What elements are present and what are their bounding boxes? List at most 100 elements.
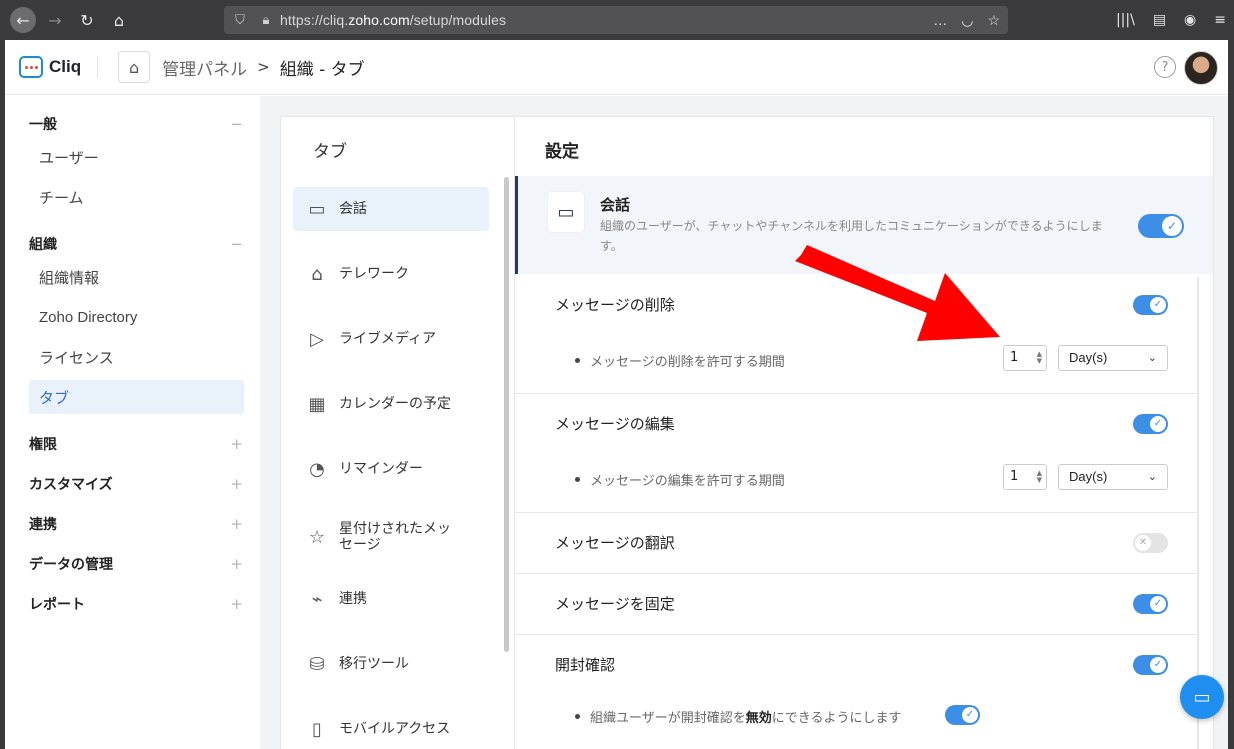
pin-message-toggle[interactable] xyxy=(1133,594,1168,614)
sidebar-section-data-management[interactable]: データの管理 + xyxy=(29,554,249,574)
read-receipt-sub-label: 組織ユーザーが開封確認を 無効 にできるようにします xyxy=(575,707,902,726)
breadcrumb-parent[interactable]: 管理パネル xyxy=(162,55,247,80)
video-icon: ▷ xyxy=(310,328,324,350)
sidebar-section-permissions[interactable]: 権限 + xyxy=(29,434,249,454)
reload-icon[interactable]: ↻ xyxy=(74,7,100,33)
stepper-icon[interactable]: ▲ ▼ xyxy=(1037,351,1042,365)
tabs-panel-title: タブ xyxy=(313,142,347,162)
browser-toolbar: ← → ↻ ⌂ ⛉ 🔒︎ https://cliq.zoho.com/setup… xyxy=(0,0,1234,40)
home-button[interactable]: ⌂ xyxy=(118,51,151,83)
sidebar: 一般 − ユーザー チーム 組織 − 組織情報 Zoho Directory ライセ… xyxy=(5,96,260,749)
sidebar-item-zoho-directory[interactable]: Zoho Directory xyxy=(29,300,244,334)
sidebar-toggle-icon[interactable]: ▤ xyxy=(1153,12,1166,28)
sidebar-item-org-info[interactable]: 組織情報 xyxy=(29,260,244,294)
expand-icon[interactable]: + xyxy=(230,475,243,493)
app-window: Cliq ⌂ 管理パネル > 組織 - タブ ? 一般 − ユーザー チーム 組織… xyxy=(5,40,1228,749)
feature-toggle[interactable] xyxy=(1138,214,1184,238)
delete-period-label: メッセージの削除を許可する期間 xyxy=(575,351,785,370)
chat-bubble-icon: ▭ xyxy=(1193,686,1211,708)
breadcrumb-current: 組織 - タブ xyxy=(279,59,365,80)
app-header: Cliq ⌂ 管理パネル > 組織 - タブ ? xyxy=(5,40,1228,95)
more-actions-icon[interactable]: … xyxy=(933,12,947,28)
tab-telework[interactable]: ⌂ テレワーク xyxy=(293,252,489,296)
menu-icon[interactable]: ≡ xyxy=(1214,12,1226,28)
sidebar-section-org[interactable]: 組織 − xyxy=(29,234,249,254)
divider xyxy=(515,393,1199,394)
divider xyxy=(515,573,1199,574)
lock-icon: 🔒︎ xyxy=(262,12,270,27)
expand-icon[interactable]: + xyxy=(230,515,243,533)
edit-period-label: メッセージの編集を許可する期間 xyxy=(575,470,785,489)
expand-icon[interactable]: + xyxy=(230,435,243,453)
chevron-down-icon: ⌄ xyxy=(1147,352,1157,364)
tab-live-media[interactable]: ▷ ライブメディア xyxy=(293,317,489,361)
sidebar-item-users[interactable]: ユーザー xyxy=(29,140,244,174)
tab-mobile-access[interactable]: ▯ モバイルアクセス xyxy=(293,707,489,749)
tab-starred-messages[interactable]: ☆ 星付けされたメッセージ xyxy=(293,512,489,562)
sidebar-section-integrations[interactable]: 連携 + xyxy=(29,514,249,534)
delete-period-unit-select[interactable]: Day(s) ⌄ xyxy=(1058,345,1168,371)
translate-message-label: メッセージの翻訳 xyxy=(555,534,675,552)
chat-icon: ▭ xyxy=(308,198,326,220)
feature-description: 組織のユーザーが、チャットやチャンネルを利用したコミュニケーションができるように… xyxy=(600,219,1103,253)
feature-title: 会話 xyxy=(600,196,631,214)
home-icon: ⌂ xyxy=(311,263,323,285)
tab-calendar[interactable]: ▦ カレンダーの予定 xyxy=(293,382,489,426)
back-icon[interactable]: ← xyxy=(10,7,36,33)
home-icon[interactable]: ⌂ xyxy=(106,7,132,33)
help-icon[interactable]: ? xyxy=(1154,56,1176,78)
chat-icon: ▭ xyxy=(548,192,584,232)
delete-message-label: メッセージの削除 xyxy=(555,296,675,314)
collapse-icon[interactable]: − xyxy=(230,235,243,253)
sidebar-section-reports[interactable]: レポート + xyxy=(29,594,249,614)
edit-message-toggle[interactable] xyxy=(1133,414,1168,434)
library-icon[interactable]: |||\ xyxy=(1116,12,1135,28)
pocket-icon[interactable]: ◡ xyxy=(961,12,973,29)
breadcrumb-separator: > xyxy=(257,58,270,76)
settings-title: 設定 xyxy=(545,142,579,162)
feature-header: ▭ 会話 組織のユーザーが、チャットやチャンネルを利用したコミュニケーションがで… xyxy=(515,176,1213,274)
address-bar[interactable]: ⛉ 🔒︎ https://cliq.zoho.com/setup/modules… xyxy=(224,6,1008,34)
chat-support-button[interactable]: ▭ xyxy=(1180,675,1224,719)
cliq-logo[interactable]: Cliq xyxy=(19,40,81,95)
tab-reminders[interactable]: ◔ リマインダー xyxy=(293,447,489,491)
pin-message-label: メッセージを固定 xyxy=(555,595,675,613)
delete-message-toggle[interactable] xyxy=(1133,295,1168,315)
tab-migration-tools[interactable]: ⛁ 移行ツール xyxy=(293,642,489,686)
sidebar-section-customize[interactable]: カスタマイズ + xyxy=(29,474,249,494)
header-divider xyxy=(97,56,99,78)
read-receipt-toggle[interactable] xyxy=(1133,655,1168,675)
tabs-scrollbar[interactable] xyxy=(504,177,509,652)
read-receipt-sub-toggle[interactable] xyxy=(945,705,980,725)
edit-period-unit-select[interactable]: Day(s) ⌄ xyxy=(1058,464,1168,490)
forward-icon[interactable]: → xyxy=(42,7,68,33)
tab-integrations[interactable]: ⌁ 連携 xyxy=(293,577,489,621)
sidebar-item-tabs[interactable]: タブ xyxy=(29,380,244,414)
edit-period-input[interactable]: 1 ▲ ▼ xyxy=(1003,464,1047,490)
avatar[interactable] xyxy=(1184,51,1218,85)
translate-message-toggle[interactable] xyxy=(1133,533,1168,553)
database-icon: ⛁ xyxy=(309,653,325,675)
divider xyxy=(515,512,1199,513)
account-icon[interactable]: ◉ xyxy=(1184,12,1196,28)
url-text: https://cliq.zoho.com/setup/modules xyxy=(280,12,507,28)
reminder-icon: ◔ xyxy=(309,458,325,480)
expand-icon[interactable]: + xyxy=(230,555,243,573)
bookmark-star-icon[interactable]: ☆ xyxy=(987,12,1000,29)
main-content: タブ ▭ 会話 ⌂ テレワーク ▷ ライブメディア ▦ カレンダーの予定 ◔ リマインダー… xyxy=(260,96,1228,749)
star-icon: ☆ xyxy=(308,526,326,548)
settings-panel: 設定 ▭ 会話 組織のユーザーが、チャットやチャンネルを利用したコミュニケーショ… xyxy=(514,116,1214,749)
read-receipt-label: 開封確認 xyxy=(555,656,616,674)
divider xyxy=(515,634,1199,635)
stepper-icon[interactable]: ▲ ▼ xyxy=(1037,470,1042,484)
edit-message-label: メッセージの編集 xyxy=(555,415,675,433)
delete-period-input[interactable]: 1 ▲ ▼ xyxy=(1003,345,1047,371)
sidebar-item-license[interactable]: ライセンス xyxy=(29,340,244,374)
sidebar-item-teams[interactable]: チーム xyxy=(29,180,244,214)
collapse-icon[interactable]: − xyxy=(230,115,243,133)
mobile-icon: ▯ xyxy=(312,718,322,740)
sidebar-section-general[interactable]: 一般 − xyxy=(29,114,249,134)
tab-conversation[interactable]: ▭ 会話 xyxy=(293,187,489,231)
expand-icon[interactable]: + xyxy=(230,595,243,613)
chevron-down-icon: ⌄ xyxy=(1147,471,1157,483)
